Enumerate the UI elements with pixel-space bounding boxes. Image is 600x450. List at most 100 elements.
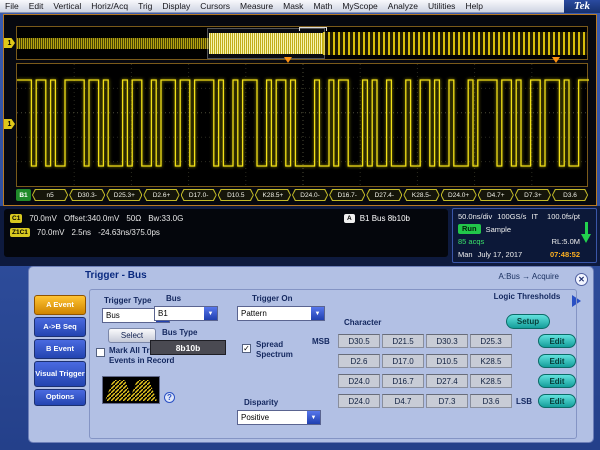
trigger-on-select[interactable]: Pattern ▼ bbox=[237, 306, 325, 321]
sampling-mode: IT bbox=[531, 212, 539, 221]
char-cell[interactable]: D27.4 bbox=[426, 374, 468, 388]
edit-button-row2[interactable]: Edit bbox=[538, 354, 576, 368]
tab-b-event[interactable]: B Event bbox=[34, 339, 86, 359]
chevron-down-icon[interactable]: ▼ bbox=[204, 307, 217, 320]
menu-myscope[interactable]: MyScope bbox=[337, 1, 382, 11]
menu-file[interactable]: File bbox=[0, 1, 24, 11]
tab-a-b-seq[interactable]: A->B Seq bbox=[34, 317, 86, 337]
menu-vertical[interactable]: Vertical bbox=[48, 1, 86, 11]
chevron-down-icon[interactable]: ▼ bbox=[307, 411, 320, 424]
zoom-region-handle[interactable] bbox=[299, 27, 327, 31]
trigger-ready-arrow-icon bbox=[581, 222, 593, 248]
ch1-readout[interactable]: C1 70.0mV Offset:340.0mV 50Ω Bw:33.0G bbox=[10, 214, 183, 223]
bus-symbol: D30.3- bbox=[69, 189, 106, 201]
menu-display[interactable]: Display bbox=[157, 1, 195, 11]
trigger-type-label: Trigger Type bbox=[104, 296, 152, 305]
trigger-readout[interactable]: A B1 Bus 8b10b bbox=[344, 214, 410, 223]
bus-symbol: D3.6 bbox=[551, 189, 589, 201]
record-length: RL:5.0M bbox=[551, 237, 580, 246]
tab-visual-trigger[interactable]: Visual Trigger bbox=[34, 361, 86, 387]
char-cell[interactable]: D21.5 bbox=[382, 334, 424, 348]
menu-edit[interactable]: Edit bbox=[24, 1, 49, 11]
bus-select[interactable]: B1 ▼ bbox=[154, 306, 218, 321]
clock-text: 07:48:52 bbox=[549, 250, 580, 259]
logic-thresholds-label: Logic Thresholds bbox=[493, 292, 561, 301]
bus-symbol: n5 bbox=[32, 189, 69, 201]
char-cell[interactable]: K28.5 bbox=[470, 374, 512, 388]
char-cell[interactable]: D4.7 bbox=[382, 394, 424, 408]
menu-measure[interactable]: Measure bbox=[235, 1, 278, 11]
bus-type-label: Bus Type bbox=[162, 328, 198, 337]
ch1-scale: 70.0mV bbox=[29, 214, 57, 223]
menu-math[interactable]: Math bbox=[308, 1, 337, 11]
oscilloscope-screen: File Edit Vertical Horiz/Acq Trig Displa… bbox=[0, 0, 600, 450]
sample-rate: 100GS/s bbox=[497, 212, 527, 221]
zoom-waveform-plot bbox=[17, 64, 589, 186]
zoom-scale: 70.0mV bbox=[36, 228, 65, 237]
zoom-region[interactable] bbox=[207, 28, 325, 59]
horizontal-scale: 50.0ns/div bbox=[458, 212, 493, 221]
acq-count: 85 acqs bbox=[458, 237, 485, 246]
disparity-select[interactable]: Positive ▼ bbox=[237, 410, 321, 425]
char-cell[interactable]: D7.3 bbox=[426, 394, 468, 408]
edit-button-row1[interactable]: Edit bbox=[538, 334, 576, 348]
tek-logo: Tek bbox=[563, 0, 600, 13]
bus-b1-badge: B1 bbox=[16, 189, 31, 201]
ch1-impedance: 50Ω bbox=[126, 214, 142, 223]
zoom-badge: Z1C1 bbox=[10, 228, 30, 237]
char-cell[interactable]: D10.5 bbox=[426, 354, 468, 368]
resolution: 100.0fs/pt bbox=[547, 212, 580, 221]
menu-analyze[interactable]: Analyze bbox=[383, 1, 423, 11]
run-badge: Run bbox=[458, 224, 481, 234]
zoom-timebase: 2.5ns bbox=[71, 228, 92, 237]
channel1-marker-zoom[interactable]: 1 bbox=[4, 119, 15, 129]
disparity-label: Disparity bbox=[244, 398, 279, 407]
menu-help[interactable]: Help bbox=[460, 1, 487, 11]
bus-symbol: K28.5- bbox=[403, 189, 440, 201]
close-icon[interactable]: ✕ bbox=[575, 273, 588, 286]
menu-bar: File Edit Vertical Horiz/Acq Trig Displa… bbox=[0, 0, 600, 13]
char-cell[interactable]: D24.0 bbox=[338, 394, 380, 408]
select-button[interactable]: Select bbox=[108, 328, 156, 343]
help-icon[interactable]: ? bbox=[164, 392, 175, 403]
char-cell[interactable]: D16.7 bbox=[382, 374, 424, 388]
acquisition-readout: 50.0ns/div 100GS/s IT 100.0fs/pt Run Sam… bbox=[452, 208, 597, 263]
datetime-row: Man July 17, 2017 07:48:52 bbox=[458, 250, 580, 259]
spread-spectrum-checkbox[interactable] bbox=[242, 344, 251, 353]
menu-horiz-acq[interactable]: Horiz/Acq bbox=[86, 1, 133, 11]
char-cell[interactable]: D3.6 bbox=[470, 394, 512, 408]
chevron-down-icon[interactable]: ▼ bbox=[311, 307, 324, 320]
char-cell[interactable]: D2.6 bbox=[338, 354, 380, 368]
menu-cursors[interactable]: Cursors bbox=[195, 1, 235, 11]
trigger-marks-thumbnail bbox=[102, 376, 160, 404]
menu-mask[interactable]: Mask bbox=[278, 1, 308, 11]
spread-spectrum-label: Spread Spectrum bbox=[256, 340, 293, 359]
zoom-readout[interactable]: Z1C1 70.0mV 2.5ns -24.63ns/375.0ps bbox=[10, 228, 160, 237]
bus-decode-row: B1 n5 D30.3- D25.3+ D2.6+ D17.0- D10.5 K… bbox=[16, 189, 589, 201]
overview-window[interactable] bbox=[16, 26, 588, 60]
menu-trig[interactable]: Trig bbox=[133, 1, 157, 11]
char-cell[interactable]: D30.5 bbox=[338, 334, 380, 348]
bus-symbol: D16.7- bbox=[329, 189, 366, 201]
bus-symbol: D24.0- bbox=[291, 189, 329, 201]
bus-type-value: 8b10b bbox=[150, 340, 226, 355]
date-text: July 17, 2017 bbox=[477, 250, 523, 259]
edit-button-row3[interactable]: Edit bbox=[538, 374, 576, 388]
edit-button-row4[interactable]: Edit bbox=[538, 394, 576, 408]
char-cell[interactable]: K28.5 bbox=[470, 354, 512, 368]
ch1-badge: C1 bbox=[10, 214, 23, 223]
char-cell[interactable]: D25.3 bbox=[470, 334, 512, 348]
char-cell[interactable]: D30.3 bbox=[426, 334, 468, 348]
panel-context: A:Bus → Acquire bbox=[498, 272, 559, 281]
char-cell[interactable]: D24.0 bbox=[338, 374, 380, 388]
bus-symbol: D7.3+ bbox=[514, 189, 551, 201]
char-cell[interactable]: D17.0 bbox=[382, 354, 424, 368]
tab-a-event[interactable]: A Event bbox=[34, 295, 86, 315]
channel1-marker-overview[interactable]: 1 bbox=[4, 38, 15, 48]
zoom-position: -24.63ns/375.0ps bbox=[98, 228, 160, 237]
mark-all-checkbox[interactable] bbox=[96, 348, 105, 357]
setup-button[interactable]: Setup bbox=[506, 314, 550, 329]
tab-options[interactable]: Options bbox=[34, 389, 86, 406]
menu-utilities[interactable]: Utilities bbox=[423, 1, 460, 11]
zoom-window[interactable] bbox=[16, 63, 589, 187]
